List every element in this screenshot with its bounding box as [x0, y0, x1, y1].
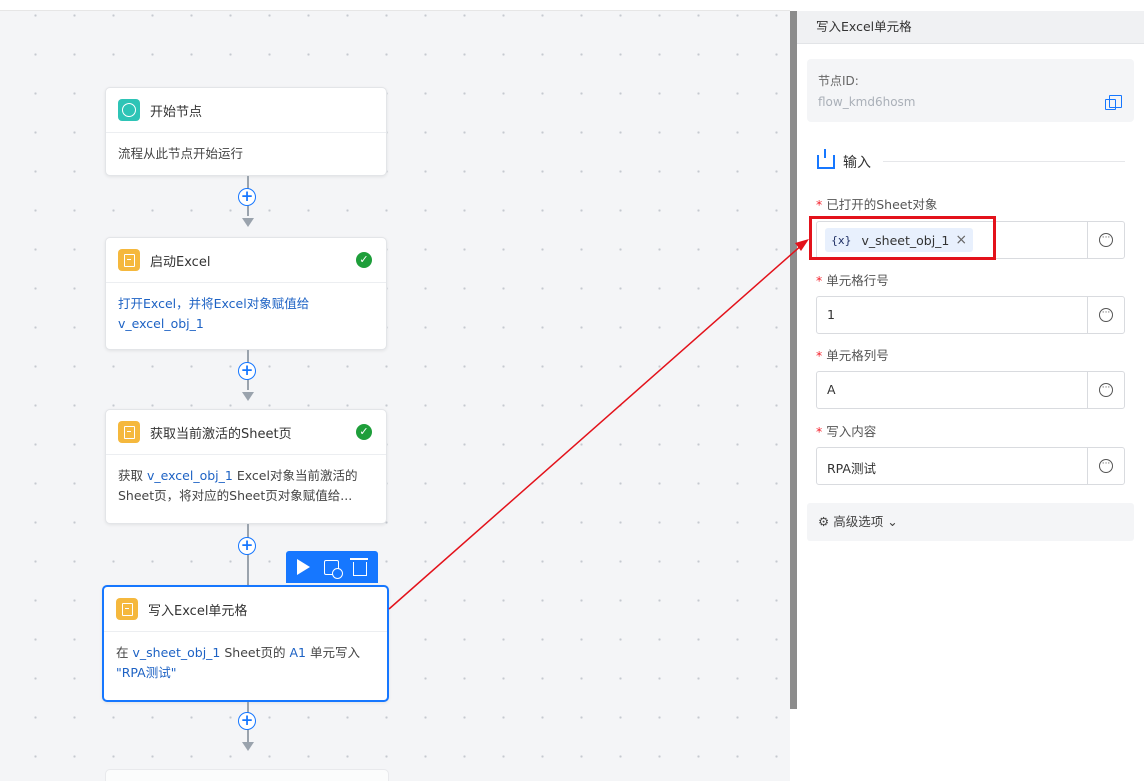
field-label-text: 写入内容 — [826, 424, 877, 439]
node-title: 启动Excel — [150, 254, 211, 270]
flow-node-write-excel-cell[interactable]: 写入Excel单元格 在 v_sheet_obj_1 Sheet页的 A1 单元… — [102, 585, 389, 702]
ellipsis-circle-icon: ··· — [1099, 233, 1113, 247]
node-description-text: 获取 — [118, 468, 144, 483]
section-divider — [883, 161, 1125, 162]
add-node-button[interactable]: + — [238, 712, 256, 730]
field-label-row: * 单元格行号 — [816, 273, 889, 288]
advanced-options-toggle[interactable]: ⚙ 高级选项 ⌄ — [807, 503, 1134, 541]
column-number-field[interactable]: A ··· — [816, 371, 1125, 409]
add-node-button[interactable]: + — [238, 362, 256, 380]
node-id-label: 节点ID: — [818, 74, 859, 88]
node-description-text: 在 — [116, 645, 129, 660]
field-label-content: * 写入内容 — [816, 424, 877, 439]
more-options-button[interactable]: ··· — [1087, 222, 1124, 258]
excel-icon — [116, 598, 138, 620]
chevron-down-icon: ⌄ — [887, 514, 898, 529]
input-icon — [817, 149, 835, 169]
gear-icon: ⚙ — [818, 514, 830, 529]
more-options-button[interactable]: ··· — [1087, 372, 1124, 408]
node-header: 获取当前激活的Sheet页 ✓ — [106, 410, 386, 455]
panel-title: 写入Excel单元格 — [797, 11, 1144, 44]
advanced-options-label: 高级选项 — [833, 514, 884, 529]
node-description: 流程从此节点开始运行 — [118, 146, 244, 161]
flow-node-get-active-sheet[interactable]: 获取当前激活的Sheet页 ✓ 获取 v_excel_obj_1 Excel对象… — [105, 409, 387, 524]
cell-reference: A1 — [289, 645, 306, 660]
input-section-title: 输入 — [817, 149, 871, 172]
node-description-text: 打开Excel，并将Excel对象赋值给 — [118, 296, 310, 311]
run-icon[interactable] — [297, 559, 310, 575]
node-id-box: 节点ID: flow_kmd6hosm — [807, 59, 1134, 122]
node-toolbar — [286, 551, 378, 583]
panel-resize-handle[interactable] — [790, 11, 797, 709]
field-label-sheet-object: * 已打开的Sheet对象 — [816, 197, 938, 212]
node-header: 开始节点 — [106, 88, 386, 133]
field-label-column: * 单元格列号 — [816, 348, 889, 363]
variable-link[interactable]: v_excel_obj_1 — [118, 316, 204, 331]
node-description: 获取 v_excel_obj_1 Excel对象当前激活的Sheet页，将对应的… — [106, 455, 386, 517]
excel-icon — [118, 249, 140, 271]
top-strip — [0, 0, 790, 11]
field-label-text: 已打开的Sheet对象 — [826, 197, 938, 212]
section-title-text: 输入 — [843, 155, 871, 171]
add-node-button[interactable]: + — [238, 537, 256, 555]
write-value-text: "RPA测试" — [116, 665, 177, 680]
properties-panel: 写入Excel单元格 节点ID: flow_kmd6hosm 输入 * 已打开的S… — [797, 11, 1144, 781]
more-options-button[interactable]: ··· — [1087, 448, 1124, 484]
more-options-button[interactable]: ··· — [1087, 297, 1124, 333]
node-description-text: 单元写入 — [309, 645, 360, 660]
arrow-down-icon — [242, 218, 254, 227]
write-content-field[interactable]: RPA测试 ··· — [816, 447, 1125, 485]
trash-icon[interactable] — [350, 558, 368, 576]
copy-icon[interactable] — [1105, 95, 1122, 110]
flow-node-launch-excel[interactable]: 启动Excel ✓ 打开Excel，并将Excel对象赋值给 v_excel_ob… — [105, 237, 387, 350]
node-title: 获取当前激活的Sheet页 — [150, 426, 292, 442]
node-header: 启动Excel ✓ — [106, 238, 386, 283]
node-title: 写入Excel单元格 — [148, 603, 248, 619]
ellipsis-circle-icon: ··· — [1099, 459, 1113, 473]
node-header: 写入Excel单元格 — [104, 587, 387, 632]
variable-link[interactable]: v_excel_obj_1 — [147, 468, 233, 483]
node-description-text: Sheet页的 — [224, 645, 286, 660]
annotation-highlight-box — [809, 216, 996, 260]
row-number-field[interactable]: 1 ··· — [816, 296, 1125, 334]
excel-icon — [118, 421, 140, 443]
node-title: 开始节点 — [150, 104, 203, 120]
add-node-button[interactable]: + — [238, 188, 256, 206]
node-id-value: flow_kmd6hosm — [818, 95, 916, 109]
disable-icon[interactable] — [324, 559, 343, 579]
success-check-icon: ✓ — [356, 252, 372, 268]
success-check-icon: ✓ — [356, 424, 372, 440]
node-description: 在 v_sheet_obj_1 Sheet页的 A1 单元写入 "RPA测试" — [104, 632, 387, 694]
field-label-text: 单元格行号 — [826, 273, 889, 288]
flow-node-end[interactable] — [105, 769, 389, 781]
start-circle-icon — [118, 99, 140, 121]
row-number-value: 1 — [827, 307, 835, 322]
column-number-value: A — [827, 382, 836, 397]
flow-canvas[interactable]: 开始节点 流程从此节点开始运行 + 启动Excel ✓ 打开Excel，并将Ex… — [0, 11, 790, 781]
arrow-down-icon — [242, 392, 254, 401]
ellipsis-circle-icon: ··· — [1099, 308, 1113, 322]
flow-node-start[interactable]: 开始节点 流程从此节点开始运行 — [105, 87, 387, 176]
node-description: 打开Excel，并将Excel对象赋值给 v_excel_obj_1 — [106, 283, 386, 345]
write-content-value: RPA测试 — [827, 461, 876, 476]
field-label-text: 单元格列号 — [826, 348, 889, 363]
arrow-down-icon — [242, 742, 254, 751]
variable-link[interactable]: v_sheet_obj_1 — [133, 645, 221, 660]
ellipsis-circle-icon: ··· — [1099, 383, 1113, 397]
